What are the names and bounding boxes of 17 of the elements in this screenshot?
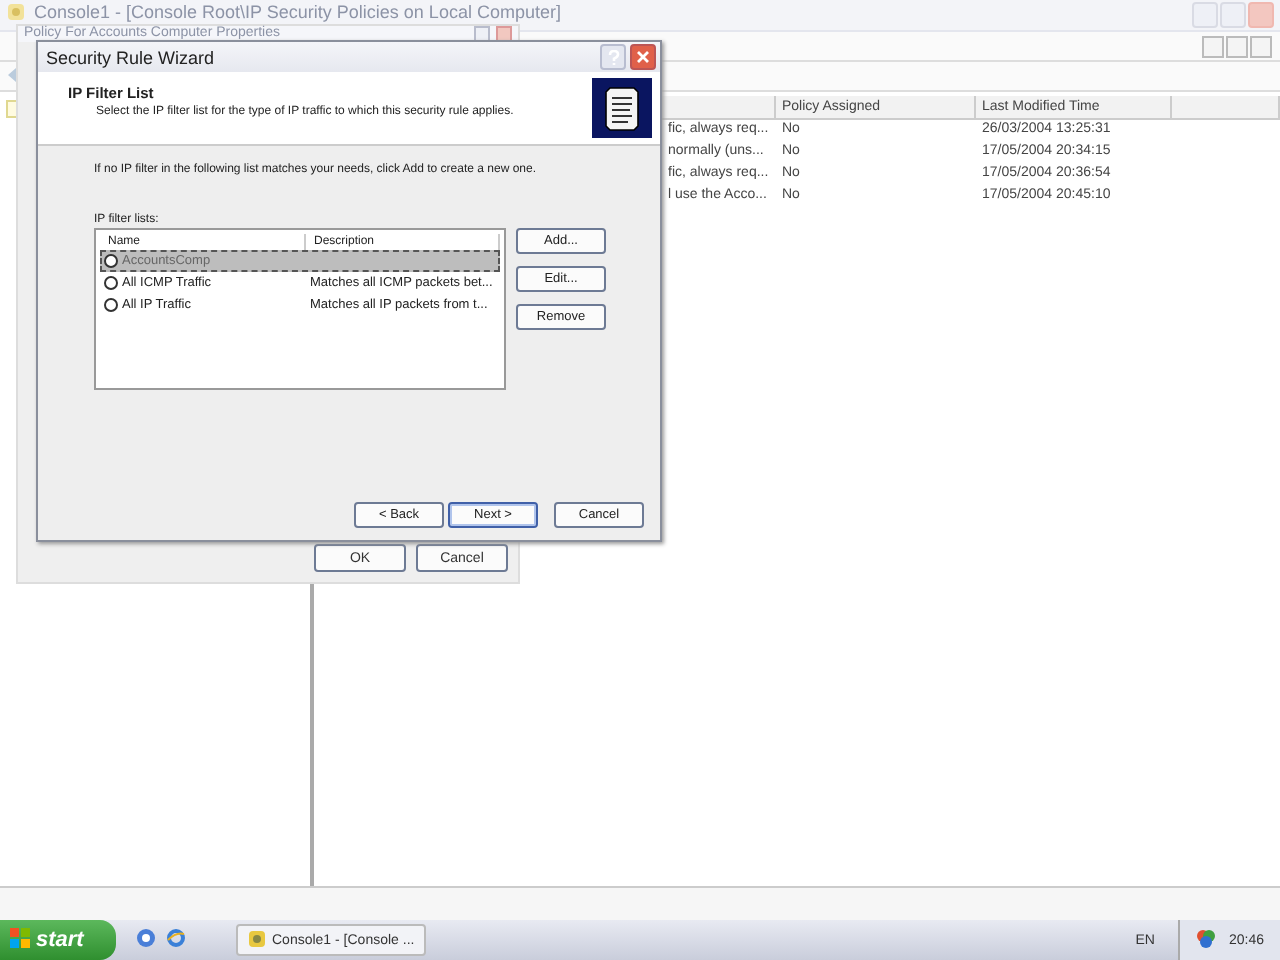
browser-icon[interactable] — [166, 928, 186, 952]
radio-button[interactable] — [104, 276, 118, 290]
console-icon — [248, 929, 266, 951]
windows-logo-icon — [10, 927, 30, 953]
minimize-button[interactable] — [1202, 35, 1224, 57]
close-icon — [636, 50, 650, 64]
radio-button[interactable] — [104, 298, 118, 312]
close-button[interactable] — [630, 44, 656, 70]
console-icon — [6, 2, 26, 26]
question-mark-icon — [607, 49, 619, 65]
window-title: Console1 - [Console Root\IP Security Policies on Local Computer] — [34, 2, 561, 22]
restore-button[interactable] — [1226, 35, 1248, 57]
scroll-icon — [592, 78, 652, 138]
dialog-title: Security Rule Wizard — [46, 47, 215, 67]
radio-button[interactable] — [104, 254, 118, 268]
maximize-button[interactable] — [1220, 2, 1246, 28]
minimize-button[interactable] — [1192, 2, 1218, 28]
